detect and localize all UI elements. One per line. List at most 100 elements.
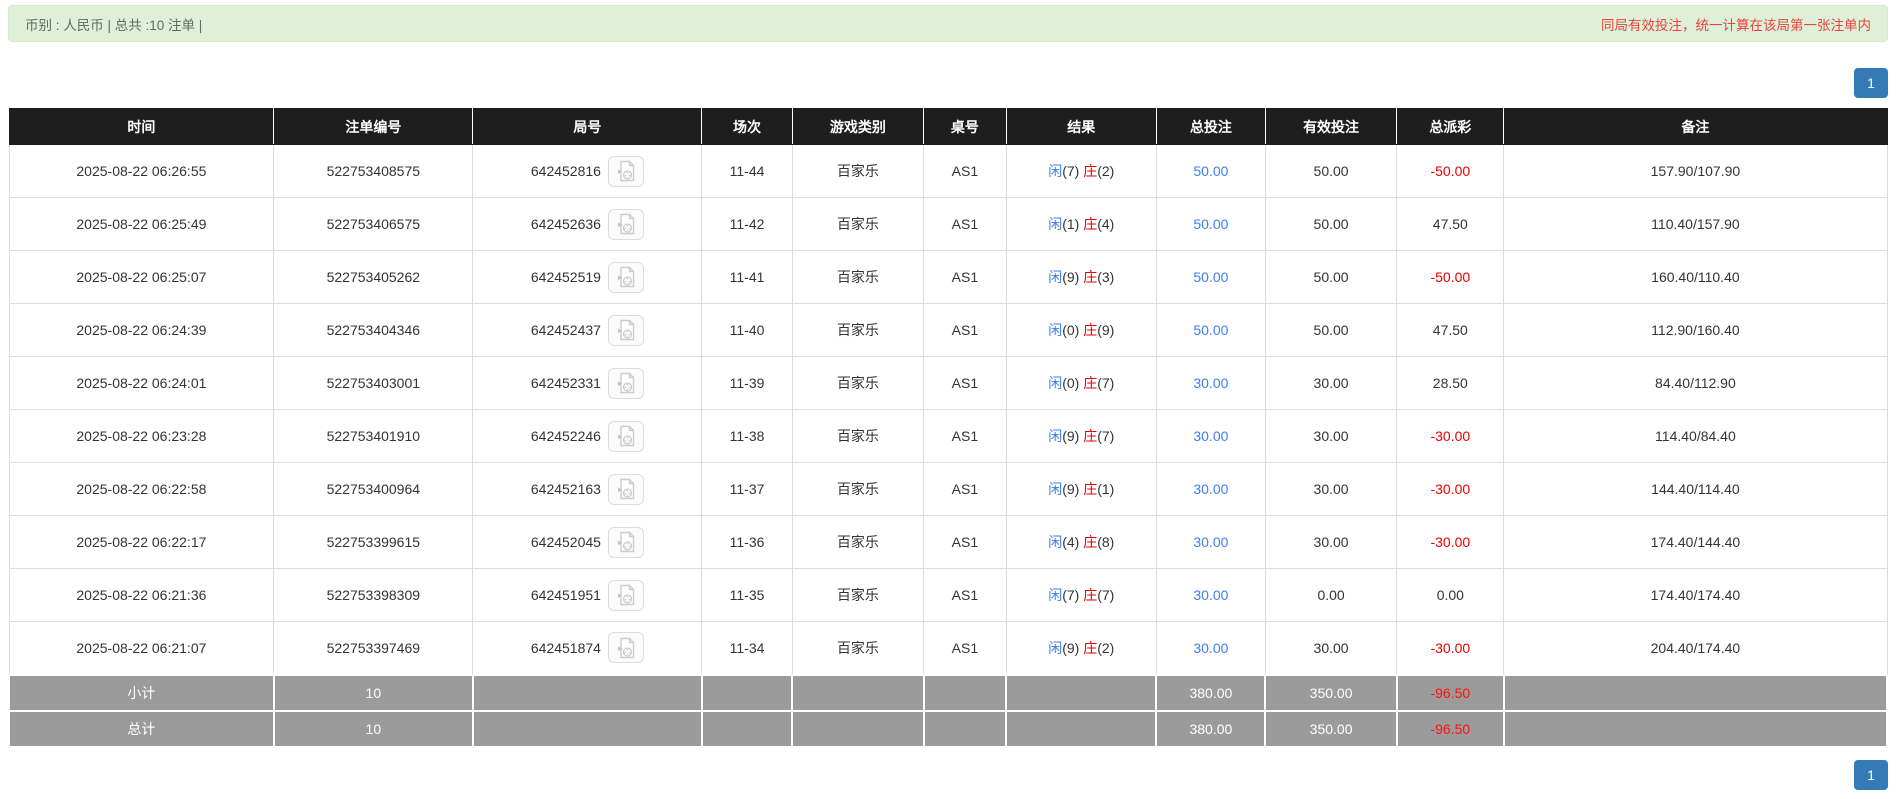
page-1-button[interactable]: 1 xyxy=(1854,68,1888,98)
cell-time: 2025-08-22 06:24:39 xyxy=(9,304,274,357)
round-number-text: 642452437 xyxy=(531,322,601,338)
video-file-icon xyxy=(616,160,636,182)
cell-result: 闲(9) 庄(3) xyxy=(1006,251,1156,304)
header-time: 时间 xyxy=(9,109,274,145)
cell-session: 11-41 xyxy=(702,251,792,304)
round-number-text: 642452636 xyxy=(531,216,601,232)
cell-session: 11-34 xyxy=(702,622,792,675)
video-file-icon xyxy=(616,213,636,235)
cell-payout: -50.00 xyxy=(1397,251,1504,304)
header-round-number: 局号 xyxy=(473,109,702,145)
banker-result-label: 庄 xyxy=(1083,428,1097,444)
table-body: 2025-08-22 06:26:55 522753408575 6424528… xyxy=(9,145,1887,675)
table-row: 2025-08-22 06:26:55 522753408575 6424528… xyxy=(9,145,1887,198)
cell-table-number: AS1 xyxy=(924,569,1007,622)
cell-total-bet[interactable]: 50.00 xyxy=(1156,198,1265,251)
subtotal-total-bet: 380.00 xyxy=(1156,675,1265,711)
cell-table-number: AS1 xyxy=(924,516,1007,569)
round-number-text: 642452331 xyxy=(531,375,601,391)
summary-banner: 币别 : 人民币 | 总共 :10 注单 | 同局有效投注，统一计算在该局第一张… xyxy=(8,5,1888,42)
subtotal-row: 小计 10 380.00 350.00 -96.50 xyxy=(9,675,1887,711)
video-replay-button[interactable] xyxy=(608,262,644,293)
cell-total-bet[interactable]: 30.00 xyxy=(1156,463,1265,516)
cell-valid-bet: 30.00 xyxy=(1265,622,1396,675)
video-replay-button[interactable] xyxy=(608,209,644,240)
video-file-icon xyxy=(616,319,636,341)
cell-time: 2025-08-22 06:22:17 xyxy=(9,516,274,569)
cell-payout: 0.00 xyxy=(1397,569,1504,622)
cell-game-type: 百家乐 xyxy=(792,569,923,622)
cell-total-bet[interactable]: 30.00 xyxy=(1156,569,1265,622)
cell-payout: -50.00 xyxy=(1397,145,1504,198)
header-result: 结果 xyxy=(1006,109,1156,145)
cell-total-bet[interactable]: 50.00 xyxy=(1156,304,1265,357)
cell-table-number: AS1 xyxy=(924,251,1007,304)
player-result-label: 闲 xyxy=(1048,216,1062,232)
pagination-top: 1 xyxy=(8,68,1888,98)
cell-game-type: 百家乐 xyxy=(792,251,923,304)
cell-remark: 112.90/160.40 xyxy=(1504,304,1887,357)
cell-time: 2025-08-22 06:25:07 xyxy=(9,251,274,304)
header-table-number: 桌号 xyxy=(924,109,1007,145)
player-result-label: 闲 xyxy=(1048,428,1062,444)
cell-total-bet[interactable]: 50.00 xyxy=(1156,251,1265,304)
cell-time: 2025-08-22 06:22:58 xyxy=(9,463,274,516)
cell-time: 2025-08-22 06:26:55 xyxy=(9,145,274,198)
table-row: 2025-08-22 06:25:07 522753405262 6424525… xyxy=(9,251,1887,304)
banker-result-label: 庄 xyxy=(1083,640,1097,656)
table-row: 2025-08-22 06:23:28 522753401910 6424522… xyxy=(9,410,1887,463)
video-replay-button[interactable] xyxy=(608,421,644,452)
cell-total-bet[interactable]: 30.00 xyxy=(1156,410,1265,463)
cell-total-bet[interactable]: 30.00 xyxy=(1156,516,1265,569)
cell-round-number: 642452816 xyxy=(473,145,702,198)
cell-total-bet[interactable]: 50.00 xyxy=(1156,145,1265,198)
subtotal-payout: -96.50 xyxy=(1397,675,1504,711)
video-replay-button[interactable] xyxy=(608,474,644,505)
cell-total-bet[interactable]: 30.00 xyxy=(1156,357,1265,410)
cell-game-type: 百家乐 xyxy=(792,622,923,675)
video-replay-button[interactable] xyxy=(608,632,644,663)
cell-payout: 47.50 xyxy=(1397,304,1504,357)
cell-session: 11-36 xyxy=(702,516,792,569)
cell-round-number: 642452246 xyxy=(473,410,702,463)
video-file-icon xyxy=(616,584,636,606)
video-file-icon xyxy=(616,637,636,659)
banker-result-label: 庄 xyxy=(1083,481,1097,497)
video-replay-button[interactable] xyxy=(608,315,644,346)
cell-result: 闲(4) 庄(8) xyxy=(1006,516,1156,569)
banker-result-label: 庄 xyxy=(1083,322,1097,338)
video-replay-button[interactable] xyxy=(608,156,644,187)
video-replay-button[interactable] xyxy=(608,368,644,399)
cell-round-number: 642452519 xyxy=(473,251,702,304)
banker-result-label: 庄 xyxy=(1083,534,1097,550)
banker-result-label: 庄 xyxy=(1083,375,1097,391)
cell-valid-bet: 50.00 xyxy=(1265,304,1396,357)
subtotal-label: 小计 xyxy=(9,675,274,711)
cell-total-bet[interactable]: 30.00 xyxy=(1156,622,1265,675)
cell-session: 11-40 xyxy=(702,304,792,357)
cell-remark: 174.40/174.40 xyxy=(1504,569,1887,622)
cell-valid-bet: 30.00 xyxy=(1265,410,1396,463)
cell-round-number: 642452163 xyxy=(473,463,702,516)
video-replay-button[interactable] xyxy=(608,527,644,558)
page-1-button-bottom[interactable]: 1 xyxy=(1854,760,1888,790)
banker-result-label: 庄 xyxy=(1083,269,1097,285)
cell-game-type: 百家乐 xyxy=(792,145,923,198)
header-game-type: 游戏类别 xyxy=(792,109,923,145)
table-row: 2025-08-22 06:24:39 522753404346 6424524… xyxy=(9,304,1887,357)
cell-game-type: 百家乐 xyxy=(792,304,923,357)
header-remark: 备注 xyxy=(1504,109,1887,145)
cell-payout: 47.50 xyxy=(1397,198,1504,251)
header-bet-number: 注单编号 xyxy=(274,109,473,145)
cell-bet-number: 522753398309 xyxy=(274,569,473,622)
cell-remark: 114.40/84.40 xyxy=(1504,410,1887,463)
cell-payout: -30.00 xyxy=(1397,410,1504,463)
round-number-text: 642452163 xyxy=(531,481,601,497)
round-number-text: 642452519 xyxy=(531,269,601,285)
header-valid-bet: 有效投注 xyxy=(1265,109,1396,145)
video-replay-button[interactable] xyxy=(608,580,644,611)
player-result-label: 闲 xyxy=(1048,269,1062,285)
total-row: 总计 10 380.00 350.00 -96.50 xyxy=(9,711,1887,747)
banker-result-label: 庄 xyxy=(1083,216,1097,232)
table-row: 2025-08-22 06:21:36 522753398309 6424519… xyxy=(9,569,1887,622)
